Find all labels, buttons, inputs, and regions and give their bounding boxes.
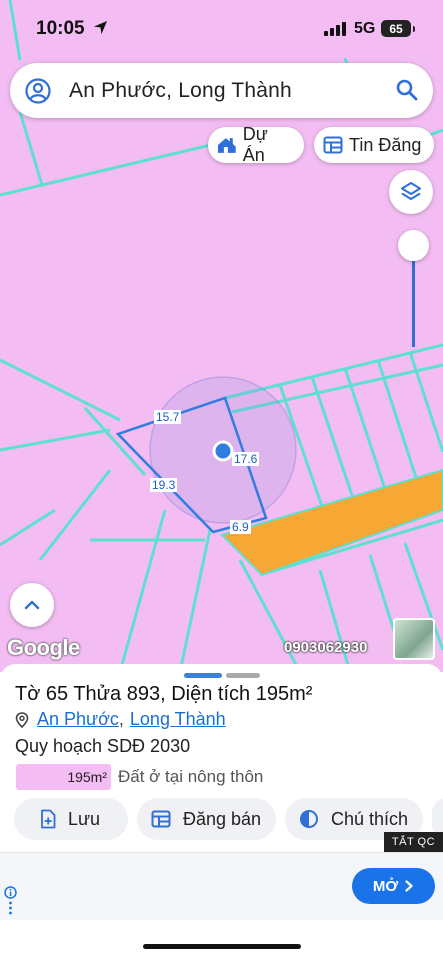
current-location-dot [212, 440, 234, 462]
table-icon [323, 136, 343, 154]
search-icon[interactable] [395, 78, 419, 102]
district-link[interactable]: Long Thành [130, 709, 226, 730]
contrast-icon [300, 810, 318, 828]
map-view[interactable]: 15.7 17.6 19.3 6.9 10:05 5G 65 An Phước,… [0, 0, 443, 672]
location-arrow-icon [93, 20, 108, 35]
account-icon[interactable] [25, 78, 51, 104]
dimension-top: 15.7 [154, 410, 182, 424]
ad-info-icon[interactable] [4, 886, 17, 916]
projects-chip-label: Dự Án [242, 124, 268, 165]
home-building-icon [217, 138, 236, 153]
status-time: 10:05 [36, 18, 85, 39]
home-indicator [143, 944, 301, 949]
table-icon [151, 810, 171, 828]
land-use-label: Đất ở tại nông thôn [118, 767, 264, 786]
dimension-bottom: 6.9 [230, 520, 251, 534]
save-button-label: Lưu [68, 808, 101, 829]
layers-icon [401, 182, 421, 200]
satellite-thumbnail[interactable] [393, 618, 435, 660]
search-bar[interactable]: An Phước, Long Thành [10, 63, 433, 118]
search-query[interactable]: An Phước, Long Thành [69, 79, 292, 103]
layers-button[interactable] [389, 170, 433, 214]
chevron-up-icon [24, 600, 40, 610]
chevron-right-icon [405, 880, 413, 892]
parcel-title: Tờ 65 Thửa 893, Diện tích 195m² [15, 683, 313, 705]
listings-chip-label: Tin Đăng [349, 134, 422, 155]
expand-up-button[interactable] [10, 583, 54, 627]
add-document-icon [41, 809, 56, 829]
ad-open-label: MỞ [372, 877, 399, 895]
opacity-slider-track[interactable] [412, 246, 415, 347]
projects-chip[interactable]: Dự Án [208, 124, 304, 165]
post-for-sale-button[interactable]: Đăng bán [137, 798, 276, 840]
google-logo: Google [7, 635, 80, 660]
ward-link[interactable]: An Phước [37, 709, 119, 730]
parcel-location: An Phước , Long Thành [15, 709, 226, 730]
plan-title: Quy hoạch SDĐ 2030 [15, 736, 191, 756]
legend-button-label: Chú thích [331, 808, 409, 829]
watermark-phone: 0903062930 [284, 639, 368, 656]
location-separator: , [118, 709, 124, 729]
listings-chip[interactable]: Tin Đăng [314, 127, 434, 163]
ad-open-button[interactable]: MỞ [352, 868, 435, 904]
network-type: 5G [354, 20, 376, 37]
map-pin-icon [15, 711, 29, 728]
opacity-slider-knob[interactable] [398, 230, 429, 261]
dimension-right: 17.6 [232, 452, 260, 466]
dimension-left: 19.3 [150, 478, 178, 492]
signal-icon [324, 22, 346, 36]
sheet-handle-active[interactable] [184, 673, 222, 678]
sheet-handle-inactive[interactable] [226, 673, 260, 678]
status-bar: 10:05 5G 65 [0, 0, 443, 58]
post-for-sale-label: Đăng bán [183, 808, 262, 829]
save-button[interactable]: Lưu [14, 798, 128, 840]
battery-icon: 65 [381, 20, 415, 37]
land-use-swatch: 195m² [16, 764, 111, 790]
close-ad-button[interactable]: TẮT QC [384, 832, 443, 852]
